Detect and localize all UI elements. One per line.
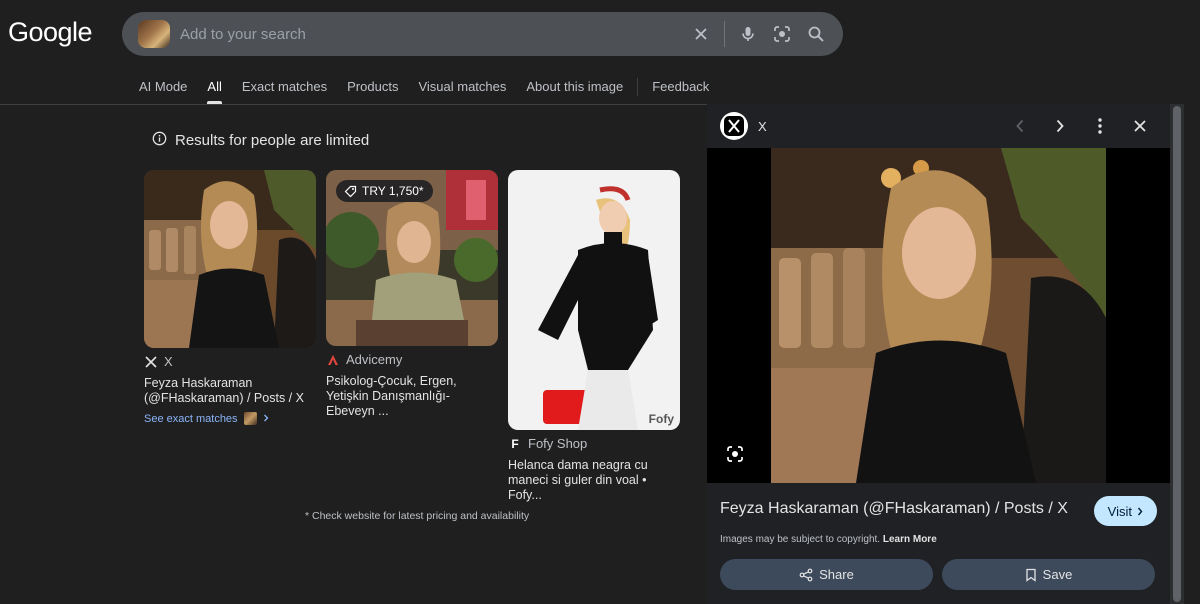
result-title-2[interactable]: Psikolog-Çocuk, Ergen, Yetişkin Danışman… [326,374,498,419]
price-badge-text: TRY 1,750* [362,184,424,198]
info-icon [152,131,167,150]
limited-results-notice: Results for people are limited [152,131,369,150]
x-logo-icon[interactable] [720,112,748,140]
panel-title[interactable]: Feyza Haskaraman (@FHaskaraman) / Posts … [720,500,1068,518]
save-button[interactable]: Save [942,559,1155,590]
lens-icon[interactable] [765,17,799,51]
lens-search-icon[interactable] [725,444,745,469]
result-image-1[interactable] [144,170,316,348]
panel-header: X [707,104,1170,148]
bookmark-icon [1026,568,1036,582]
result-card-3[interactable]: Fofy F Fofy Shop Helanca dama neagra cu … [508,170,680,503]
chevron-right-icon [263,413,269,425]
search-divider [724,21,725,47]
advicemy-logo-icon [326,353,340,367]
visit-button[interactable]: Visit [1093,496,1157,526]
close-panel-icon[interactable] [1120,106,1160,146]
fofy-watermark: Fofy [648,412,674,426]
learn-more-link[interactable]: Learn More [883,534,937,545]
scrollbar-thumb[interactable] [1173,106,1181,602]
search-input[interactable] [180,25,684,43]
copyright-text: Images may be subject to copyright. [720,534,881,545]
google-logo[interactable]: Google [8,17,93,48]
tab-exact-matches[interactable]: Exact matches [242,78,327,104]
search-tabs: AI Mode All Exact matches Products Visua… [139,78,729,104]
visit-label: Visit [1107,503,1132,519]
result-source-name: Fofy Shop [528,436,588,451]
image-detail-panel: X Feyza Haskaraman (@FHaskaraman) / Post… [707,104,1170,604]
previous-icon[interactable] [1000,106,1040,146]
share-button[interactable]: Share [720,559,933,590]
notice-text: Results for people are limited [175,132,370,149]
pricing-footnote: * Check website for latest pricing and a… [305,510,530,522]
share-label: Share [819,567,854,582]
tabs-separator [637,78,639,96]
panel-preview-image[interactable] [707,148,1170,483]
tab-feedback[interactable]: Feedback [652,78,709,104]
page: Google AI Mode All Exact matches Product… [0,0,1200,604]
result-image-3[interactable]: Fofy [508,170,680,430]
see-exact-matches-link[interactable]: See exact matches [144,412,316,425]
result-title-3[interactable]: Helanca dama neagra cu maneci si guler d… [508,458,680,503]
tab-about-this-image[interactable]: About this image [526,78,623,104]
next-icon[interactable] [1040,106,1080,146]
close-icon[interactable] [684,17,718,51]
chevron-right-icon [1137,504,1143,519]
price-badge: TRY 1,750* [336,180,433,202]
result-card-2[interactable]: TRY 1,750* Advicemy Psikolog-Çocuk, Erge… [326,170,498,419]
panel-site-name[interactable]: X [758,119,767,134]
result-source-name: X [164,354,173,369]
mic-icon[interactable] [731,17,765,51]
result-source-3[interactable]: F Fofy Shop [508,436,680,451]
fofy-logo-icon: F [511,436,519,451]
result-source-name: Advicemy [346,352,403,367]
search-bar[interactable] [122,12,843,56]
result-image-2[interactable]: TRY 1,750* [326,170,498,346]
tab-products[interactable]: Products [347,78,398,104]
x-logo-icon [144,355,158,369]
search-image-thumbnail[interactable] [138,20,170,48]
copyright-notice: Images may be subject to copyright. Lear… [720,534,937,545]
tab-all[interactable]: All [207,78,223,104]
search-icon[interactable] [799,17,833,51]
more-options-icon[interactable] [1080,106,1120,146]
see-exact-label: See exact matches [144,412,238,425]
tabs-divider [0,104,707,105]
tag-icon [344,185,357,197]
exact-match-thumbnail [243,412,257,425]
result-source-1[interactable]: X [144,354,316,369]
result-source-2[interactable]: Advicemy [326,352,498,367]
tab-ai-mode[interactable]: AI Mode [139,78,187,104]
share-icon [799,568,813,581]
result-card-1[interactable]: X Feyza Haskaraman (@FHaskaraman) / Post… [144,170,316,425]
save-label: Save [1042,567,1073,582]
result-title-1[interactable]: Feyza Haskaraman (@FHaskaraman) / Posts … [144,376,316,406]
tab-visual-matches[interactable]: Visual matches [418,78,506,104]
